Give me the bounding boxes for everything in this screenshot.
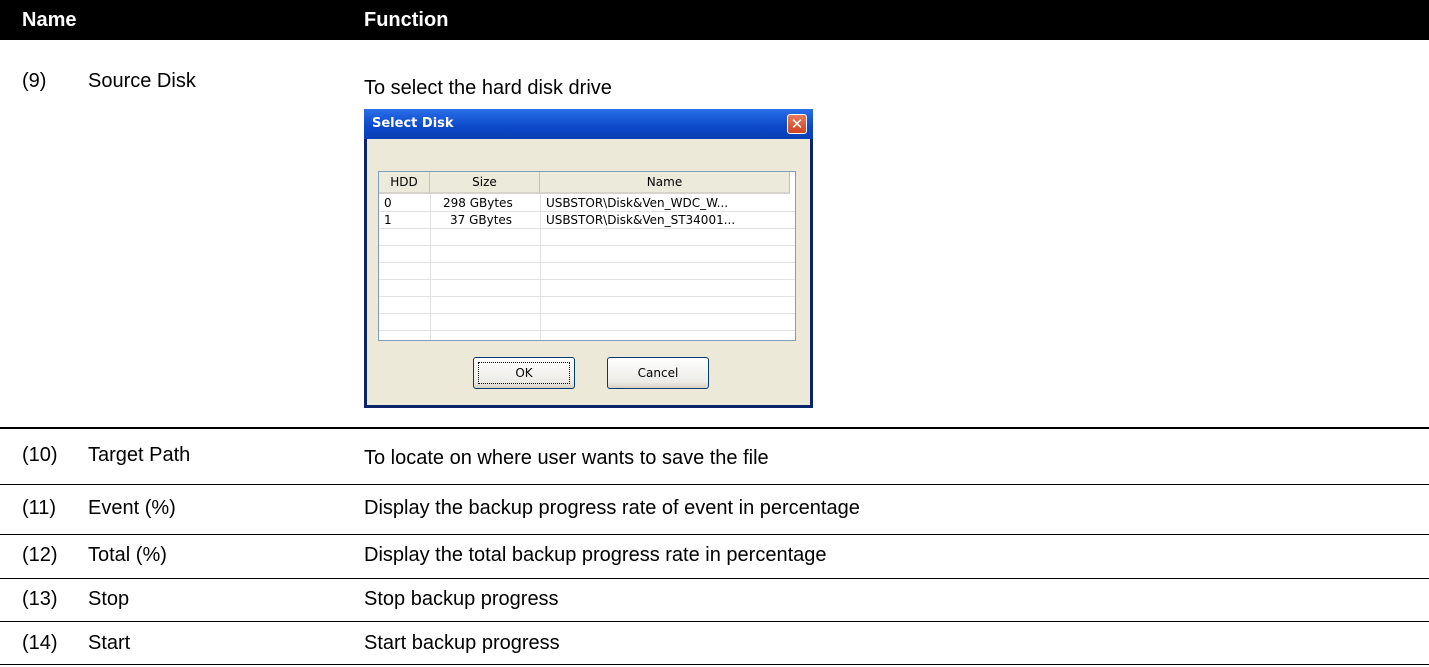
disk-size: 37 GBytes (450, 213, 513, 227)
disk-list[interactable]: HDD Size Name 0 298 GBytes USBSTOR\Disk&… (378, 171, 796, 341)
row-divider (0, 484, 1429, 485)
row-function: Display the backup progress rate of even… (364, 497, 860, 519)
disk-name: USBSTOR\Disk&Ven_ST34001... (546, 213, 736, 227)
row-name: Source Disk (88, 70, 196, 92)
table-header: Name Function (0, 0, 1429, 40)
row-number: (12) (22, 544, 58, 566)
row-name: Total (%) (88, 544, 167, 566)
list-empty-row (379, 246, 795, 263)
dialog-body: HDD Size Name 0 298 GBytes USBSTOR\Disk&… (367, 139, 810, 405)
row-divider (0, 578, 1429, 579)
row-function: To select the hard disk drive (364, 77, 612, 99)
disk-size: 298 GBytes (443, 196, 513, 210)
row-function: Start backup progress (364, 632, 560, 654)
row-number: (14) (22, 632, 58, 654)
column-header-name[interactable]: Name (540, 172, 790, 194)
row-divider (0, 534, 1429, 535)
close-icon[interactable]: ✕ (787, 114, 807, 134)
list-empty-row (379, 297, 795, 314)
row-function: Stop backup progress (364, 588, 559, 610)
list-item[interactable]: 1 37 GBytes USBSTOR\Disk&Ven_ST34001... (379, 212, 795, 229)
row-name: Event (%) (88, 497, 176, 519)
select-disk-dialog: Select Disk ✕ HDD Size Name 0 298 GBytes… (364, 109, 813, 408)
column-header-size[interactable]: Size (430, 172, 540, 194)
list-empty-row (379, 263, 795, 280)
header-name: Name (22, 9, 77, 31)
list-empty-row (379, 229, 795, 246)
disk-name: USBSTOR\Disk&Ven_WDC_W... (546, 196, 729, 210)
row-divider (0, 621, 1429, 622)
cancel-button-label: Cancel (637, 366, 679, 380)
list-item[interactable]: 0 298 GBytes USBSTOR\Disk&Ven_WDC_W... (379, 195, 795, 212)
row-divider (0, 427, 1429, 429)
row-number: (10) (22, 444, 58, 466)
row-function: Display the total backup progress rate i… (364, 544, 827, 566)
focus-outline (478, 362, 570, 384)
row-number: (9) (22, 70, 47, 92)
row-name: Target Path (88, 444, 191, 466)
column-header-hdd[interactable]: HDD (379, 172, 430, 194)
row-divider (0, 664, 1429, 665)
row-name: Stop (88, 588, 130, 610)
row-number: (11) (22, 497, 57, 519)
header-function: Function (364, 9, 449, 31)
list-empty-row (379, 314, 795, 331)
cancel-button[interactable]: Cancel (607, 357, 709, 389)
row-number: (13) (22, 588, 58, 610)
ok-button[interactable]: OK (473, 357, 575, 389)
row-function: To locate on where user wants to save th… (364, 447, 769, 469)
dialog-title: Select Disk (372, 116, 454, 131)
list-empty-row (379, 280, 795, 297)
row-name: Start (88, 632, 131, 654)
disk-hdd: 1 (384, 213, 392, 227)
dialog-titlebar: Select Disk ✕ (364, 109, 813, 139)
disk-hdd: 0 (384, 196, 392, 210)
